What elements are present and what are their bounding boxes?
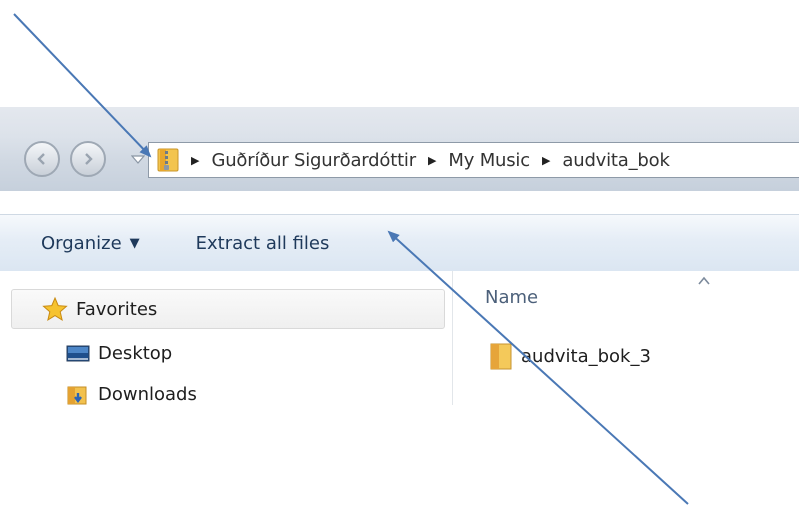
sidebar-item-downloads[interactable]: Downloads	[66, 384, 197, 405]
breadcrumb-separator-icon[interactable]: ▶	[191, 154, 199, 167]
zip-folder-icon	[157, 147, 179, 173]
back-arrow-icon	[37, 153, 45, 165]
breadcrumb-separator-icon[interactable]: ▶	[542, 154, 550, 167]
folder-icon	[490, 343, 512, 370]
sidebar-item-label: Downloads	[98, 384, 197, 405]
breadcrumb-user[interactable]: Guðríður Sigurðardóttir	[211, 150, 416, 171]
command-toolbar: Organize ▼ Extract all files	[0, 214, 799, 271]
extract-all-files-button[interactable]: Extract all files	[196, 233, 330, 254]
sidebar-item-desktop[interactable]: Desktop	[66, 343, 172, 364]
organize-button[interactable]: Organize ▼	[41, 233, 140, 254]
caret-down-icon: ▼	[129, 235, 140, 251]
breadcrumb-separator-icon[interactable]: ▶	[428, 154, 436, 167]
chevron-down-icon	[131, 155, 145, 164]
favorites-header[interactable]: Favorites	[11, 289, 445, 329]
breadcrumb-audvita-bok[interactable]: audvita_bok	[562, 150, 669, 171]
file-name: audvita_bok_3	[521, 345, 651, 367]
organize-label: Organize	[41, 232, 122, 254]
sidebar-item-label: Desktop	[98, 343, 173, 364]
star-icon	[42, 296, 68, 321]
forward-button[interactable]	[70, 141, 106, 177]
breadcrumb-my-music[interactable]: My Music	[448, 150, 530, 171]
sort-ascending-icon	[698, 276, 710, 285]
favorites-label: Favorites	[76, 298, 158, 320]
desktop-icon	[66, 345, 90, 361]
address-field[interactable]: ▶ Guðríður Sigurðardóttir ▶ My Music ▶ a…	[148, 142, 799, 178]
file-row[interactable]: audvita_bok_3	[489, 341, 651, 371]
column-header-name[interactable]: Name	[485, 287, 538, 308]
forward-arrow-icon	[85, 153, 93, 165]
navigation-pane: Favorites Desktop Downloads	[0, 271, 453, 405]
file-list: Name audvita_bok_3	[453, 271, 799, 405]
recent-pages-dropdown[interactable]	[130, 154, 146, 166]
back-button[interactable]	[24, 141, 60, 177]
downloads-folder-icon	[67, 386, 87, 404]
